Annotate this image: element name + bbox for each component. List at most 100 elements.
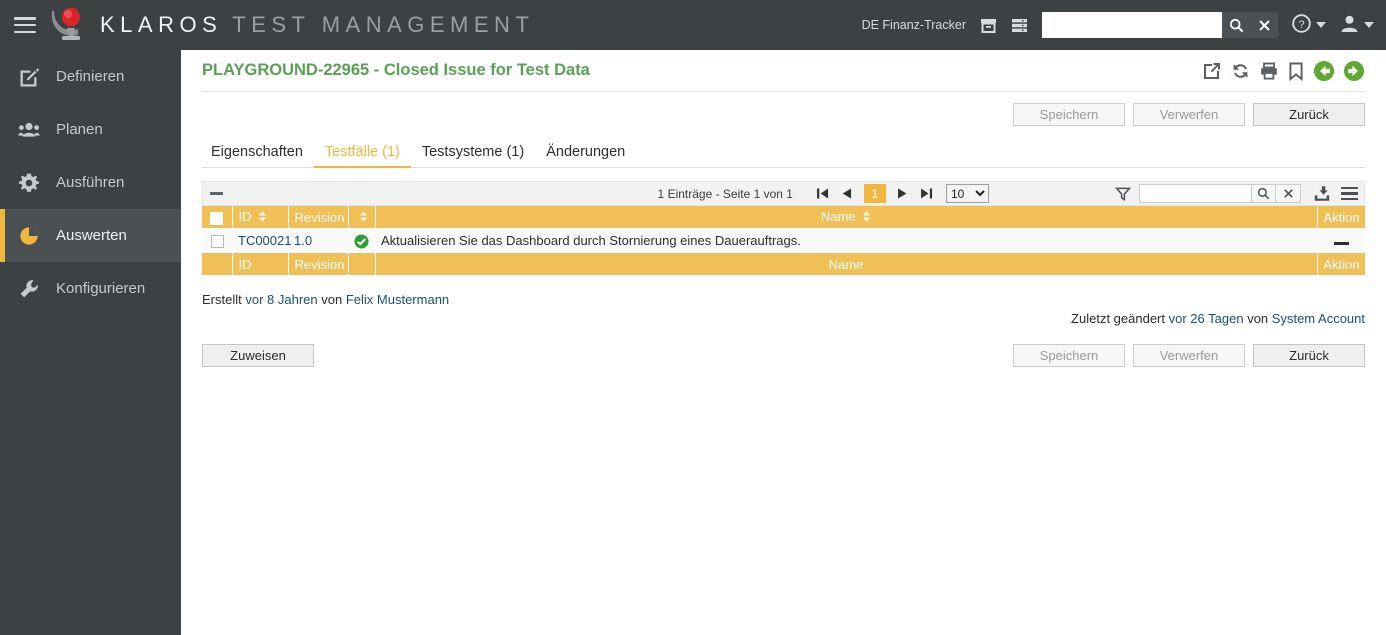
- table-search-button[interactable]: [1251, 184, 1276, 203]
- modified-when-link[interactable]: vor 26 Tagen: [1169, 311, 1244, 326]
- wrench-icon: [18, 278, 48, 300]
- sidebar-item-label: Ausführen: [56, 174, 125, 191]
- created-by-word: von: [321, 292, 343, 307]
- archive-box-icon[interactable]: [980, 17, 997, 34]
- print-icon[interactable]: [1259, 61, 1279, 81]
- table-header-row: ID Revision Name Aktion: [202, 206, 1365, 228]
- pagination-controls: 1 Einträge - Seite 1 von 1 1 10: [658, 183, 989, 204]
- footer-revision: Revision: [288, 253, 349, 275]
- row-state-cell: [348, 228, 375, 253]
- top-bar: KLAROS TEST MANAGEMENT DE Finanz-Tracker: [0, 0, 1386, 50]
- column-header-state[interactable]: [348, 206, 376, 228]
- page-header-toolbar: [1202, 60, 1365, 82]
- sidebar-item-ausfuehren[interactable]: Ausführen: [0, 156, 181, 209]
- back-button-top[interactable]: Zurück: [1253, 103, 1365, 126]
- sidebar-item-konfigurieren[interactable]: Konfigurieren: [0, 262, 181, 315]
- global-search-clear-button[interactable]: [1250, 12, 1278, 38]
- column-header-name[interactable]: Name: [375, 206, 1318, 228]
- table-search-input[interactable]: [1139, 184, 1251, 203]
- save-button-top[interactable]: Speichern: [1013, 103, 1125, 126]
- discard-button-top[interactable]: Verwerfen: [1133, 103, 1245, 126]
- page-title: PLAYGROUND-22965 - Closed Issue for Test…: [202, 61, 590, 79]
- discard-button-bottom[interactable]: Verwerfen: [1133, 344, 1245, 367]
- footer-id: ID: [232, 253, 289, 275]
- tab-bar: Eigenschaften Testfälle (1) Testsysteme …: [202, 138, 1365, 168]
- sort-icon: [258, 210, 267, 225]
- created-when-link[interactable]: vor 8 Jahren: [245, 292, 317, 307]
- current-page-button[interactable]: 1: [863, 184, 886, 203]
- bookmark-icon[interactable]: [1287, 61, 1305, 81]
- tab-testfaelle[interactable]: Testfälle (1): [313, 144, 411, 168]
- top-action-buttons: Speichern Verwerfen Zurück: [202, 103, 1365, 126]
- test-cases-table: ID Revision Name Aktion TC00021 1.0 Aktu…: [202, 206, 1365, 275]
- table-row[interactable]: TC00021 1.0 Aktualisieren Sie das Dashbo…: [202, 228, 1365, 253]
- previous-green-arrow-icon[interactable]: [1313, 60, 1335, 82]
- hamburger-menu-icon[interactable]: [14, 17, 36, 33]
- brand-title: KLAROS TEST MANAGEMENT: [100, 12, 534, 38]
- chevron-down-icon: [1316, 22, 1326, 28]
- export-download-icon[interactable]: [1313, 185, 1331, 202]
- table-search-clear-button[interactable]: [1276, 184, 1301, 203]
- svg-text:?: ?: [1298, 19, 1304, 31]
- main-content: PLAYGROUND-22965 - Closed Issue for Test…: [181, 50, 1386, 635]
- back-button-bottom[interactable]: Zurück: [1253, 344, 1365, 367]
- bottom-action-bar: Zuweisen Speichern Verwerfen Zurück: [181, 344, 1386, 367]
- refresh-icon[interactable]: [1230, 61, 1251, 81]
- sidebar: Definieren Planen Ausführen Auswerten Ko…: [0, 50, 181, 635]
- modified-by-word: von: [1247, 311, 1269, 326]
- footer-name: Name: [375, 253, 1318, 275]
- sidebar-item-label: Planen: [56, 121, 103, 138]
- first-page-icon[interactable]: [811, 183, 835, 204]
- page-size-select[interactable]: 102550100: [945, 184, 989, 203]
- klaros-logo-icon: [48, 5, 92, 45]
- current-project-label: DE Finanz-Tracker: [861, 18, 966, 32]
- tab-aenderungen[interactable]: Änderungen: [535, 144, 636, 167]
- row-revision-cell: 1.0: [288, 228, 348, 253]
- modified-by-link[interactable]: System Account: [1272, 311, 1365, 326]
- next-green-arrow-icon[interactable]: [1343, 60, 1365, 82]
- select-all-header: [202, 206, 233, 228]
- tab-testsysteme[interactable]: Testsysteme (1): [411, 144, 535, 167]
- brand-secondary: TEST MANAGEMENT: [232, 12, 535, 37]
- row-action-cell: [1317, 228, 1365, 253]
- save-button-bottom[interactable]: Speichern: [1013, 344, 1125, 367]
- modified-prefix: Zuletzt geändert: [1071, 311, 1165, 326]
- footer-select-cell: [202, 253, 233, 275]
- column-header-id[interactable]: ID: [232, 206, 289, 228]
- select-all-checkbox[interactable]: [210, 211, 224, 225]
- footer-action: Aktion: [1317, 253, 1365, 275]
- global-search-button[interactable]: [1222, 12, 1250, 38]
- global-search-input[interactable]: [1042, 12, 1222, 38]
- previous-page-icon[interactable]: [835, 183, 859, 204]
- assign-button[interactable]: Zuweisen: [202, 344, 314, 367]
- user-menu[interactable]: [1340, 14, 1374, 36]
- row-name-cell: Aktualisieren Sie das Dashboard durch St…: [375, 228, 1317, 253]
- sidebar-item-definieren[interactable]: Definieren: [0, 50, 181, 103]
- created-meta: Erstellt vor 8 Jahren von Felix Musterma…: [202, 292, 1386, 307]
- last-page-icon[interactable]: [915, 183, 939, 204]
- pagination-summary: 1 Einträge - Seite 1 von 1: [657, 186, 793, 201]
- next-page-icon[interactable]: [891, 183, 915, 204]
- sidebar-item-planen[interactable]: Planen: [0, 103, 181, 156]
- test-case-id-link[interactable]: TC00021: [238, 233, 291, 248]
- sidebar-item-auswerten[interactable]: Auswerten: [0, 209, 181, 262]
- help-menu[interactable]: ?: [1292, 14, 1326, 36]
- tab-eigenschaften[interactable]: Eigenschaften: [202, 144, 314, 167]
- created-by-link[interactable]: Felix Mustermann: [346, 292, 449, 307]
- help-circle-icon: ?: [1292, 14, 1311, 36]
- chevron-down-icon: [1364, 22, 1374, 28]
- funnel-filter-icon[interactable]: [1115, 186, 1131, 202]
- list-menu-icon[interactable]: [1341, 186, 1358, 201]
- test-cases-table-panel: 1 Einträge - Seite 1 von 1 1 10 ID Revis…: [202, 181, 1365, 275]
- server-stack-icon[interactable]: [1011, 17, 1028, 34]
- column-header-revision[interactable]: Revision: [288, 206, 349, 228]
- table-toolbar: 1 Einträge - Seite 1 von 1 1 10: [202, 181, 1365, 206]
- table-footer-row: ID Revision Name Aktion: [202, 253, 1365, 275]
- remove-dash-icon[interactable]: [1333, 242, 1349, 245]
- collapse-minus-icon[interactable]: [207, 192, 225, 195]
- sidebar-item-label: Konfigurieren: [56, 280, 146, 297]
- users-group-icon: [18, 119, 48, 141]
- open-external-icon[interactable]: [1202, 61, 1222, 81]
- row-checkbox[interactable]: [210, 235, 224, 249]
- global-search: [1042, 12, 1278, 38]
